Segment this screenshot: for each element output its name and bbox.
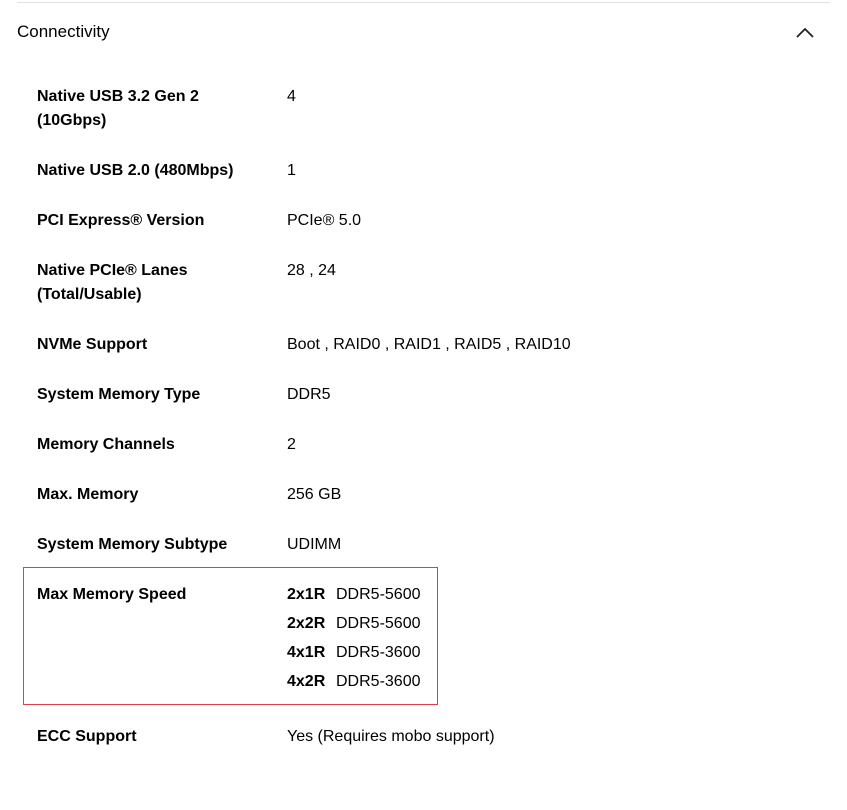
spec-label: ECC Support bbox=[37, 728, 137, 745]
memory-speed-entry: 2x2R DDR5-5600 bbox=[287, 612, 420, 641]
spec-label: Memory Channels bbox=[37, 436, 175, 453]
spec-value: 28 , 24 bbox=[287, 262, 336, 279]
memory-speed-entry: 4x1R DDR5-3600 bbox=[287, 641, 420, 670]
memory-speed: DDR5-5600 bbox=[336, 615, 421, 632]
chevron-up-icon[interactable] bbox=[793, 21, 817, 43]
spec-value: PCIe® 5.0 bbox=[287, 212, 362, 229]
spec-label: System Memory Subtype bbox=[37, 536, 228, 553]
memory-config: 4x2R bbox=[287, 673, 326, 690]
spec-value: Yes (Requires mobo support) bbox=[287, 728, 495, 745]
connectivity-section-header[interactable]: Connectivity bbox=[17, 3, 830, 59]
spec-value: Boot , RAID0 , RAID1 , RAID5 , RAID10 bbox=[287, 336, 571, 353]
spec-value: 1 bbox=[287, 162, 296, 179]
spec-value: DDR5 bbox=[287, 386, 331, 403]
section-title: Connectivity bbox=[17, 22, 110, 41]
spec-label: Native USB 2.0 (480Mbps) bbox=[37, 162, 234, 179]
memory-speed-entry: 4x2R DDR5-3600 bbox=[287, 670, 420, 699]
memory-speed-entry: 2x1R DDR5-5600 bbox=[287, 583, 420, 612]
spec-label: NVMe Support bbox=[37, 336, 148, 353]
spec-label: System Memory Type bbox=[37, 386, 201, 403]
spec-value: 256 GB bbox=[287, 486, 342, 503]
spec-value: UDIMM bbox=[287, 536, 342, 553]
spec-value: 4 bbox=[287, 88, 296, 105]
spec-value: 2 bbox=[287, 436, 296, 453]
spec-label: Native PCIe® Lanes (Total/Usable) bbox=[37, 262, 188, 303]
spec-label: PCI Express® Version bbox=[37, 212, 205, 229]
memory-config: 2x2R bbox=[287, 615, 326, 632]
memory-speed: DDR5-3600 bbox=[336, 673, 421, 690]
memory-speed: DDR5-5600 bbox=[336, 586, 421, 603]
spec-label: Max. Memory bbox=[37, 486, 139, 503]
memory-speed: DDR5-3600 bbox=[336, 644, 421, 661]
memory-config: 2x1R bbox=[287, 586, 326, 603]
spec-label: Max Memory Speed bbox=[37, 586, 187, 603]
memory-config: 4x1R bbox=[287, 644, 326, 661]
spec-label: Native USB 3.2 Gen 2 (10Gbps) bbox=[37, 88, 199, 129]
